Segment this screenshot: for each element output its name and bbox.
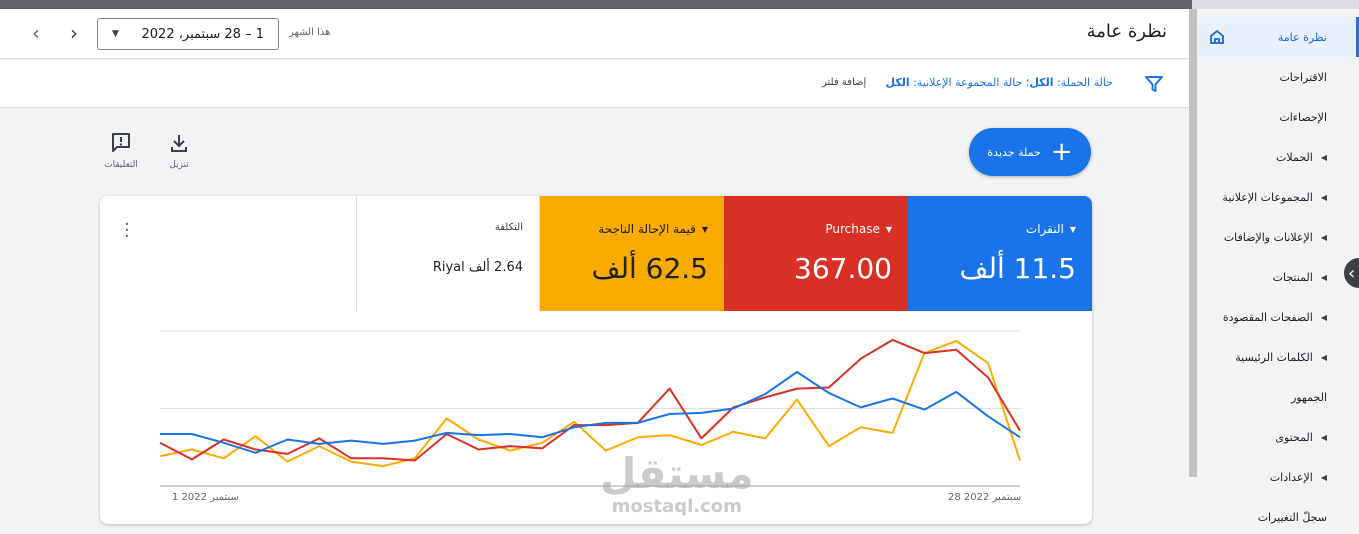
- active-filters[interactable]: حالة الحملة: الكل؛ حالة المجموعة الإعلان…: [886, 76, 1113, 89]
- window-top-bar-right: [1192, 0, 1359, 9]
- caret-down-icon: ▼: [112, 29, 119, 39]
- sidebar-item-label: الإحصاءات: [1279, 110, 1327, 124]
- series-line-0[interactable]: [160, 371, 1021, 454]
- expand-caret-icon: ◀: [1320, 472, 1327, 482]
- sidebar-item[interactable]: سجلّ التغييرات: [1199, 497, 1359, 534]
- sidebar-item-label: سجلّ التغييرات: [1257, 510, 1327, 524]
- sidebar-item[interactable]: الإحصاءات: [1199, 97, 1359, 137]
- filter-campaign-value: الكل: [1029, 76, 1054, 89]
- more-options-icon[interactable]: · · ·: [124, 216, 130, 246]
- sidebar-item-label: الاقتراحات: [1279, 70, 1327, 84]
- scrollbar[interactable]: [1189, 9, 1197, 477]
- sidebar-item-label: الإعدادات: [1269, 470, 1313, 484]
- sidebar-item-label: الصفحات المقصودة: [1222, 310, 1313, 324]
- feedback-button[interactable]: التعليقات: [98, 132, 144, 170]
- new-campaign-button[interactable]: حملة جديدة +: [969, 128, 1091, 176]
- sidebar-item[interactable]: الكلمات الرئيسية ◀: [1199, 337, 1359, 377]
- caret-down-icon[interactable]: ▼: [1070, 225, 1076, 234]
- chevron-left-icon: ‹: [1348, 262, 1356, 284]
- add-filter-link[interactable]: إضافة فلتر: [822, 77, 866, 88]
- filter-icon[interactable]: [1144, 74, 1164, 94]
- sidebar-item[interactable]: الحملات ◀: [1199, 137, 1359, 177]
- filter-bar: إضافة فلتر حالة الحملة: الكل؛ حالة المجم…: [0, 60, 1189, 108]
- sidebar-item[interactable]: الجمهور: [1199, 377, 1359, 417]
- expand-caret-icon: ◀: [1320, 272, 1327, 282]
- expand-caret-icon: ◀: [1320, 192, 1327, 202]
- download-icon: [171, 135, 187, 152]
- home-icon: [1210, 29, 1224, 44]
- sidebar-item-label: المحتوى: [1275, 430, 1313, 444]
- sidebar-item-label: المجموعات الإعلانية: [1222, 190, 1313, 204]
- sidebar-item-label: المنتجات: [1272, 270, 1313, 284]
- sidebar-item[interactable]: المحتوى ◀: [1199, 417, 1359, 457]
- caret-down-icon[interactable]: ▼: [702, 225, 708, 234]
- kpi-conversion-value[interactable]: قيمة الإحالة الناجحة ▼ 62.5 ألف: [540, 196, 724, 311]
- kpi-cost[interactable]: التكلفة 2.64 ألف Riyal: [356, 196, 540, 311]
- plus-icon: +: [1050, 137, 1073, 167]
- feedback-label: التعليقات: [104, 160, 138, 170]
- kpi-purchase[interactable]: Purchase ▼ 367.00: [724, 196, 908, 311]
- chevron-right-icon[interactable]: ›: [70, 21, 78, 45]
- kpi-label-wrap: Purchase ▼: [825, 222, 892, 236]
- kpi-label-wrap: قيمة الإحالة الناجحة ▼: [598, 222, 708, 236]
- sidebar-item[interactable]: الإعلانات والإضافات ◀: [1199, 217, 1359, 257]
- expand-caret-icon: ◀: [1320, 432, 1327, 442]
- performance-chart: [159, 330, 1021, 487]
- watermark-url: mostaql.com: [611, 496, 742, 517]
- filter-campaign-label: حالة الحملة:: [1056, 76, 1113, 89]
- filter-adgroup-label: ؛ حالة المجموعة الإعلانية:: [913, 76, 1030, 89]
- sidebar-nav: نظرة عامة الاقتراحات الإحصاءات الحملات ◀ المج…: [1199, 9, 1359, 534]
- watermark: مستقل mostaql.com: [600, 449, 754, 518]
- sidebar-item[interactable]: الاقتراحات: [1199, 57, 1359, 97]
- sidebar-item[interactable]: نظرة عامة: [1199, 17, 1359, 57]
- expand-caret-icon: ◀: [1320, 152, 1327, 162]
- kpi-label-wrap: النقرات ▼: [1026, 222, 1076, 236]
- sidebar-item-label: الإعلانات والإضافات: [1223, 230, 1313, 244]
- series-line-2[interactable]: [159, 340, 1021, 468]
- series-line-1[interactable]: [159, 338, 1021, 462]
- download-button[interactable]: تنزيل: [156, 132, 202, 170]
- sidebar-item-label: نظرة عامة: [1277, 30, 1327, 44]
- sidebar-item-label: الحملات: [1276, 150, 1313, 164]
- expand-caret-icon: ◀: [1320, 312, 1327, 322]
- date-preset-label: هذا الشهر: [289, 27, 331, 38]
- kpi-label: Purchase: [825, 222, 880, 236]
- expand-caret-icon: ◀: [1320, 352, 1327, 362]
- watermark-logo: مستقل: [600, 449, 754, 498]
- sidebar-item[interactable]: الإعدادات ◀: [1199, 457, 1359, 497]
- x-axis-start-label: 1 سبتمبر 2022: [172, 492, 239, 503]
- filter-adgroup-value: الكل: [885, 76, 910, 89]
- sidebar-item[interactable]: الصفحات المقصودة ◀: [1199, 297, 1359, 337]
- caret-down-icon[interactable]: ▼: [886, 225, 892, 234]
- new-campaign-label: حملة جديدة: [987, 145, 1041, 159]
- kpi-value: 367.00: [794, 252, 892, 285]
- performance-card: · · · التكلفة 2.64 ألف Riyal قيمة الإحالة …: [100, 196, 1092, 524]
- window-top-bar: [0, 0, 1359, 9]
- page-title: نظرة عامة: [1086, 21, 1167, 42]
- kpi-label: النقرات: [1025, 222, 1064, 236]
- kpi-clicks[interactable]: النقرات ▼ 11.5 ألف: [908, 196, 1092, 311]
- page-header: ‹ › ▼ 1 – 28 سبتمبر، 2022 هذا الشهر نظرة…: [0, 9, 1189, 59]
- sidebar-item[interactable]: المجموعات الإعلانية ◀: [1199, 177, 1359, 217]
- kpi-label: قيمة الإحالة الناجحة: [598, 222, 696, 236]
- kpi-value: 62.5 ألف: [591, 252, 708, 285]
- sidebar-item-label: الكلمات الرئيسية: [1235, 350, 1313, 364]
- kpi-label: التكلفة: [494, 222, 523, 233]
- expand-caret-icon: ◀: [1320, 232, 1327, 242]
- feedback-icon: [112, 133, 130, 152]
- chevron-left-icon[interactable]: ‹: [32, 21, 40, 45]
- download-label: تنزيل: [169, 160, 189, 170]
- date-range-value: 1 – 28 سبتمبر، 2022: [141, 26, 265, 42]
- sidebar-item-label: الجمهور: [1291, 390, 1327, 404]
- date-range-picker[interactable]: ▼ 1 – 28 سبتمبر، 2022: [97, 18, 279, 50]
- kpi-value: 2.64 ألف Riyal: [432, 260, 523, 275]
- kpi-value: 11.5 ألف: [959, 252, 1076, 285]
- sidebar-item[interactable]: المنتجات ◀: [1199, 257, 1359, 297]
- x-axis-end-label: 28 سبتمبر 2022: [948, 492, 1022, 503]
